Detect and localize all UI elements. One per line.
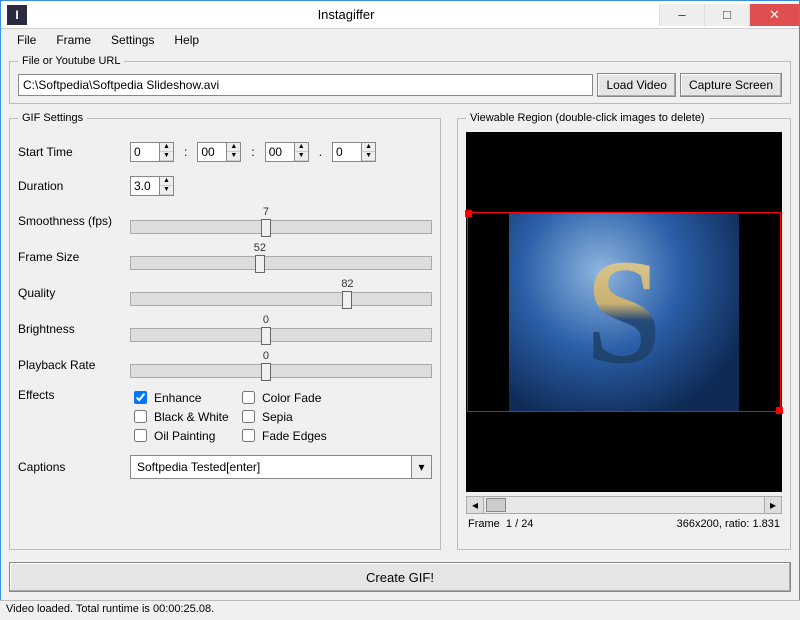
- effect-black-white-label: Black & White: [154, 410, 229, 424]
- duration-label: Duration: [18, 179, 130, 193]
- captions-input[interactable]: [131, 456, 411, 478]
- frame-scrollbar[interactable]: ◂ ▸: [466, 496, 782, 514]
- start-minutes-spinner[interactable]: ▲▼: [197, 142, 241, 162]
- load-video-button[interactable]: Load Video: [597, 73, 676, 97]
- spin-up-icon[interactable]: ▲: [362, 143, 375, 152]
- slider-thumb[interactable]: [255, 255, 265, 273]
- spin-down-icon[interactable]: ▼: [160, 186, 173, 195]
- maximize-button[interactable]: □: [704, 4, 749, 26]
- effect-sepia-label: Sepia: [262, 410, 293, 424]
- slider-thumb[interactable]: [261, 219, 271, 237]
- effect-fade-edges-label: Fade Edges: [262, 429, 327, 443]
- effect-fade-edges[interactable]: Fade Edges: [238, 426, 346, 445]
- start-frames-input[interactable]: [333, 143, 361, 161]
- frame-size-value: 52: [254, 242, 266, 254]
- duration-input[interactable]: [131, 177, 159, 195]
- quality-slider[interactable]: [130, 292, 432, 306]
- start-time-label: Start Time: [18, 145, 130, 159]
- brightness-label: Brightness: [18, 322, 130, 336]
- spin-down-icon[interactable]: ▼: [362, 152, 375, 161]
- close-button[interactable]: ✕: [749, 4, 799, 26]
- effect-oil-painting[interactable]: Oil Painting: [130, 426, 238, 445]
- selection-rectangle[interactable]: [467, 212, 781, 412]
- effect-black-white-checkbox[interactable]: [134, 410, 147, 423]
- chevron-down-icon: ▾: [418, 460, 424, 474]
- viewable-region-group: Viewable Region (double-click images to …: [457, 112, 791, 550]
- frame-size-label: Frame Size: [18, 250, 130, 264]
- slider-thumb[interactable]: [261, 327, 271, 345]
- frame-position: Frame 1 / 24: [468, 518, 533, 530]
- captions-dropdown-button[interactable]: ▾: [411, 456, 431, 478]
- playback-rate-slider[interactable]: [130, 364, 432, 378]
- capture-screen-button[interactable]: Capture Screen: [680, 73, 782, 97]
- titlebar: I Instagiffer – □ ✕: [1, 1, 799, 29]
- effects-label: Effects: [18, 388, 130, 402]
- create-gif-button[interactable]: Create GIF!: [9, 562, 791, 592]
- quality-label: Quality: [18, 286, 130, 300]
- spin-up-icon[interactable]: ▲: [160, 177, 173, 186]
- viewable-legend: Viewable Region (double-click images to …: [466, 112, 709, 124]
- duration-spinner[interactable]: ▲▼: [130, 176, 174, 196]
- playback-rate-label: Playback Rate: [18, 358, 130, 372]
- minimize-button[interactable]: –: [659, 4, 704, 26]
- smoothness-label: Smoothness (fps): [18, 214, 130, 228]
- window-title: Instagiffer: [33, 7, 659, 22]
- app-icon: I: [7, 5, 27, 25]
- effect-fade-edges-checkbox[interactable]: [242, 429, 255, 442]
- effect-oil-painting-checkbox[interactable]: [134, 429, 147, 442]
- scroll-left-button[interactable]: ◂: [467, 497, 484, 513]
- spin-up-icon[interactable]: ▲: [160, 143, 173, 152]
- frame-dimensions: 366x200, ratio: 1.831: [677, 518, 780, 530]
- effect-enhance[interactable]: Enhance: [130, 388, 238, 407]
- captions-combo[interactable]: ▾: [130, 455, 432, 479]
- smoothness-slider[interactable]: [130, 220, 432, 234]
- start-seconds-spinner[interactable]: ▲▼: [265, 142, 309, 162]
- playback-rate-value: 0: [263, 350, 269, 362]
- spin-up-icon[interactable]: ▲: [295, 143, 308, 152]
- effect-color-fade-checkbox[interactable]: [242, 391, 255, 404]
- effect-enhance-checkbox[interactable]: [134, 391, 147, 404]
- scroll-thumb[interactable]: [486, 498, 506, 512]
- menu-settings[interactable]: Settings: [101, 31, 164, 49]
- brightness-slider[interactable]: [130, 328, 432, 342]
- url-input[interactable]: [18, 74, 593, 96]
- start-hours-input[interactable]: [131, 143, 159, 161]
- menu-help[interactable]: Help: [164, 31, 209, 49]
- status-bar: Video loaded. Total runtime is 00:00:25.…: [0, 600, 800, 620]
- effect-oil-painting-label: Oil Painting: [154, 429, 215, 443]
- captions-label: Captions: [18, 460, 130, 474]
- menu-frame[interactable]: Frame: [46, 31, 101, 49]
- url-legend: File or Youtube URL: [18, 55, 124, 67]
- slider-thumb[interactable]: [342, 291, 352, 309]
- start-minutes-input[interactable]: [198, 143, 226, 161]
- start-seconds-input[interactable]: [266, 143, 294, 161]
- selection-handle-br[interactable]: [776, 407, 783, 414]
- preview-canvas[interactable]: S: [466, 132, 782, 492]
- effect-enhance-label: Enhance: [154, 391, 201, 405]
- frame-size-slider[interactable]: [130, 256, 432, 270]
- effect-color-fade[interactable]: Color Fade: [238, 388, 346, 407]
- effect-sepia[interactable]: Sepia: [238, 407, 346, 426]
- scroll-track[interactable]: [484, 497, 764, 513]
- menu-file[interactable]: File: [7, 31, 46, 49]
- scroll-right-button[interactable]: ▸: [764, 497, 781, 513]
- slider-thumb[interactable]: [261, 363, 271, 381]
- quality-value: 82: [341, 278, 353, 290]
- start-frames-spinner[interactable]: ▲▼: [332, 142, 376, 162]
- menubar: File Frame Settings Help: [1, 29, 799, 51]
- spin-down-icon[interactable]: ▼: [295, 152, 308, 161]
- spin-down-icon[interactable]: ▼: [160, 152, 173, 161]
- start-hours-spinner[interactable]: ▲▼: [130, 142, 174, 162]
- selection-handle-tl[interactable]: [465, 210, 472, 217]
- effect-black-white[interactable]: Black & White: [130, 407, 238, 426]
- smoothness-value: 7: [263, 206, 269, 218]
- effect-sepia-checkbox[interactable]: [242, 410, 255, 423]
- spin-up-icon[interactable]: ▲: [227, 143, 240, 152]
- gif-settings-legend: GIF Settings: [18, 112, 87, 124]
- effect-color-fade-label: Color Fade: [262, 391, 321, 405]
- url-group: File or Youtube URL Load Video Capture S…: [9, 55, 791, 104]
- gif-settings-group: GIF Settings Start Time ▲▼ : ▲▼ : ▲▼ . ▲…: [9, 112, 441, 550]
- brightness-value: 0: [263, 314, 269, 326]
- spin-down-icon[interactable]: ▼: [227, 152, 240, 161]
